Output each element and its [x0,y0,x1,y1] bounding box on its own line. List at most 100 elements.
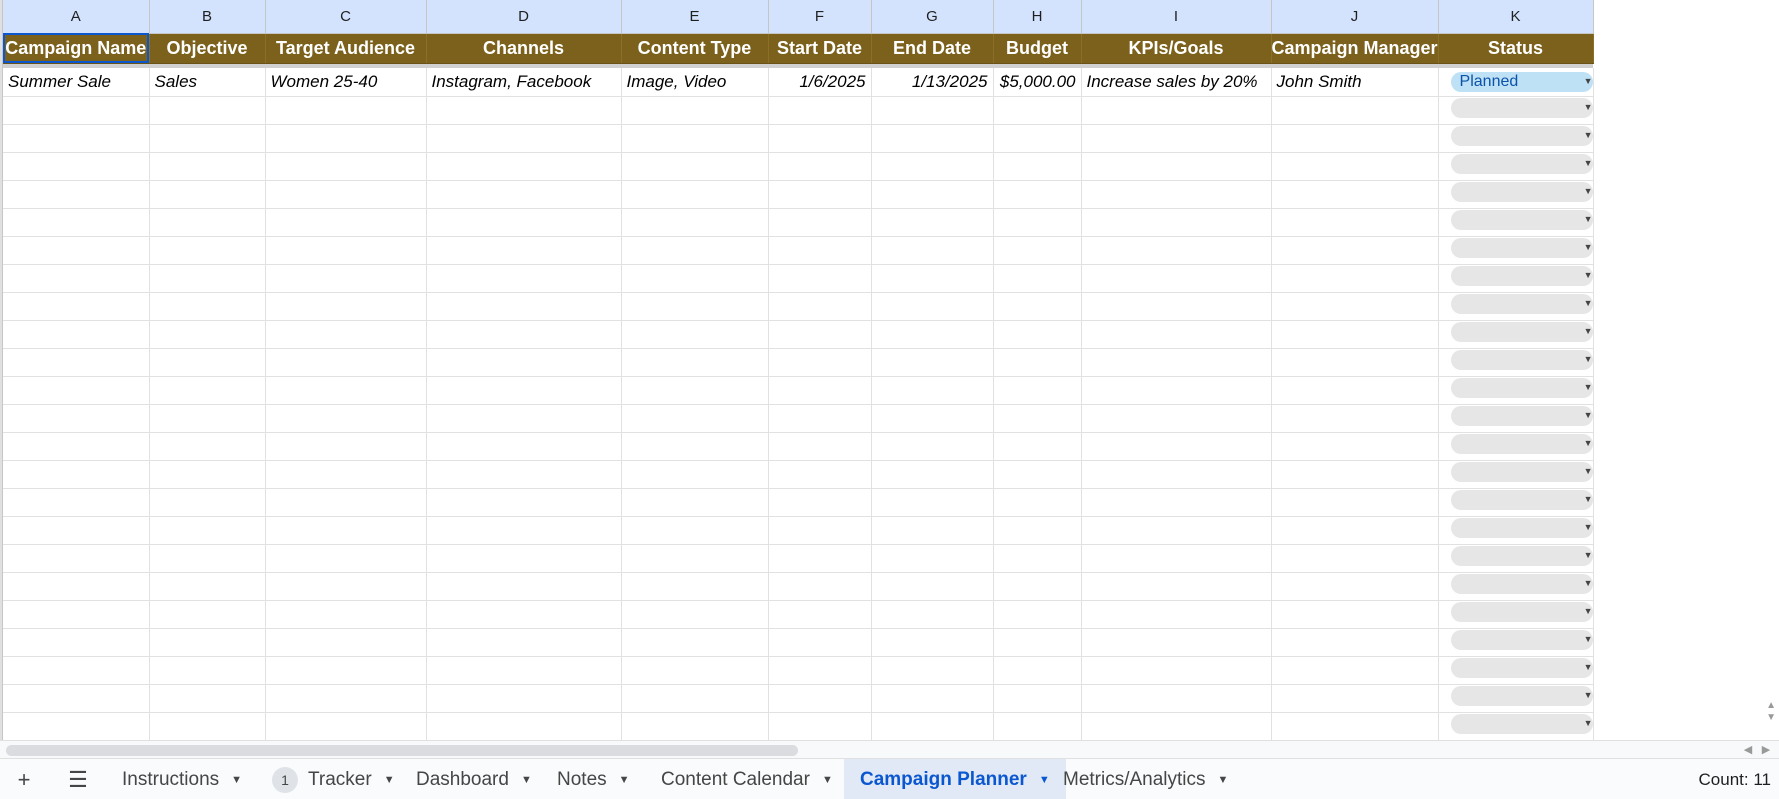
cell-empty[interactable] [768,600,872,629]
cell-empty[interactable] [768,152,872,181]
cell-empty[interactable] [993,152,1082,181]
cell-empty[interactable] [871,180,994,209]
cell-empty[interactable]: ▼ [1438,600,1594,629]
cell-empty[interactable] [621,376,769,405]
cell-empty[interactable] [265,684,427,713]
cell-empty[interactable] [993,544,1082,573]
cell-empty[interactable]: ▼ [1438,152,1594,181]
cell-empty[interactable] [1081,208,1272,237]
cell-empty[interactable] [3,628,150,657]
cell-empty[interactable] [3,544,150,573]
cell-empty[interactable]: ▼ [1438,684,1594,713]
cell-empty[interactable] [768,544,872,573]
status-dropdown-chip[interactable]: ▼ [1450,489,1593,510]
cell-empty[interactable] [426,572,622,601]
cell-empty[interactable] [768,208,872,237]
status-dropdown-chip[interactable]: ▼ [1450,153,1593,174]
cell-empty[interactable] [1081,572,1272,601]
column-letter[interactable]: H [993,0,1082,34]
cell-empty[interactable] [1081,544,1272,573]
cell-empty[interactable] [1081,404,1272,433]
cell-empty[interactable]: ▼ [1438,656,1594,685]
cell-empty[interactable] [149,96,266,125]
cell-empty[interactable] [993,348,1082,377]
cell-empty[interactable] [871,460,994,489]
cell-end-date[interactable]: 1/13/2025 [871,68,994,97]
cell-empty[interactable] [993,516,1082,545]
status-dropdown-chip[interactable]: ▼ [1450,181,1593,202]
cell-empty[interactable] [426,124,622,153]
cell-empty[interactable] [1081,264,1272,293]
header-cell[interactable]: Content Type [621,33,769,64]
cell-empty[interactable] [1081,180,1272,209]
cell-empty[interactable] [621,96,769,125]
cell-empty[interactable] [768,96,872,125]
cell-empty[interactable] [149,712,266,740]
status-dropdown-chip[interactable]: ▼ [1450,657,1593,678]
cell-empty[interactable] [621,432,769,461]
cell-empty[interactable]: ▼ [1438,376,1594,405]
cell-empty[interactable] [3,516,150,545]
column-letter[interactable]: K [1438,0,1594,34]
cell-empty[interactable] [265,236,427,265]
cell-empty[interactable] [265,320,427,349]
cell-empty[interactable] [993,124,1082,153]
cell-empty[interactable] [621,152,769,181]
cell-empty[interactable] [426,152,622,181]
status-dropdown-chip[interactable]: ▼ [1450,685,1593,706]
cell-empty[interactable] [768,488,872,517]
cell-empty[interactable] [993,320,1082,349]
cell-empty[interactable]: ▼ [1438,236,1594,265]
cell-empty[interactable]: ▼ [1438,208,1594,237]
cell-empty[interactable]: ▼ [1438,96,1594,125]
header-cell[interactable]: Target Audience [265,33,427,64]
cell-empty[interactable] [1081,684,1272,713]
cell-empty[interactable] [768,712,872,740]
cell-empty[interactable] [993,292,1082,321]
cell-empty[interactable] [3,180,150,209]
header-cell[interactable]: Channels [426,33,622,64]
scroll-left-icon[interactable]: ◀ [1739,743,1757,756]
cell-status[interactable]: Planned ▼ [1438,68,1594,97]
cell-empty[interactable]: ▼ [1438,180,1594,209]
cell-empty[interactable] [1271,124,1439,153]
cell-empty[interactable] [3,404,150,433]
cell-empty[interactable] [426,348,622,377]
cell-empty[interactable] [149,292,266,321]
cell-empty[interactable]: ▼ [1438,292,1594,321]
cell-empty[interactable] [768,320,872,349]
scrollbar-thumb[interactable] [6,745,798,756]
cell-empty[interactable] [1081,516,1272,545]
cell-channels[interactable]: Instagram, Facebook [426,68,622,97]
cell-empty[interactable] [1081,348,1272,377]
cell-empty[interactable] [871,320,994,349]
cell-empty[interactable] [871,656,994,685]
status-dropdown-chip[interactable]: ▼ [1450,349,1593,370]
cell-empty[interactable] [871,236,994,265]
cell-empty[interactable] [621,544,769,573]
status-dropdown-chip[interactable]: Planned ▼ [1450,72,1593,93]
cell-empty[interactable] [621,320,769,349]
cell-empty[interactable] [3,348,150,377]
cell-empty[interactable] [265,124,427,153]
cell-empty[interactable] [1081,96,1272,125]
cell-empty[interactable] [993,600,1082,629]
cell-empty[interactable]: ▼ [1438,572,1594,601]
cell-empty[interactable] [621,656,769,685]
cell-empty[interactable] [1271,600,1439,629]
cell-empty[interactable] [149,404,266,433]
cell-empty[interactable] [265,432,427,461]
header-cell[interactable]: Budget [993,33,1082,64]
cell-empty[interactable] [426,712,622,740]
cell-empty[interactable] [1081,320,1272,349]
cell-empty[interactable] [149,320,266,349]
cell-empty[interactable] [621,488,769,517]
scroll-right-icon[interactable]: ▶ [1757,743,1775,756]
cell-empty[interactable] [993,236,1082,265]
cell-empty[interactable] [1271,264,1439,293]
cell-empty[interactable]: ▼ [1438,712,1594,740]
cell-campaign-name[interactable]: Summer Sale [3,68,150,97]
status-dropdown-chip[interactable]: ▼ [1450,433,1593,454]
cell-empty[interactable]: ▼ [1438,488,1594,517]
cell-empty[interactable] [768,684,872,713]
